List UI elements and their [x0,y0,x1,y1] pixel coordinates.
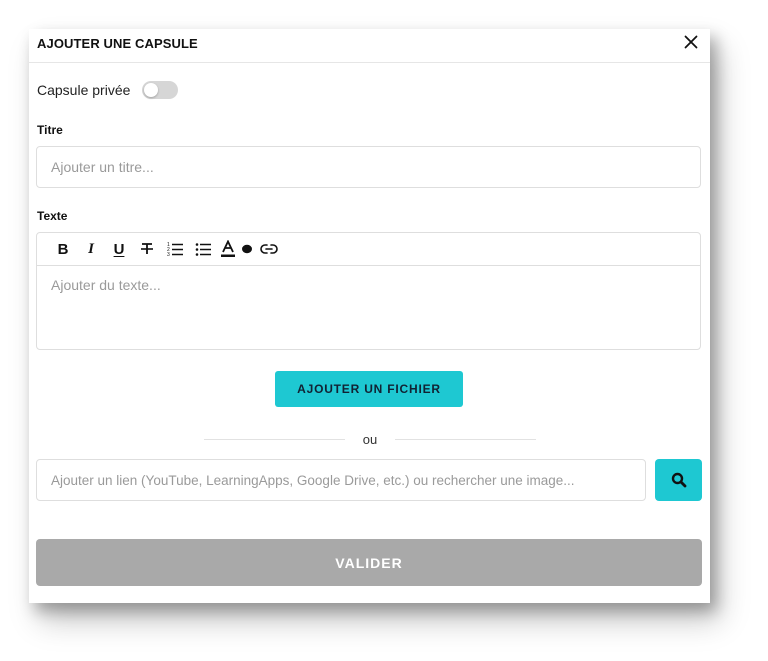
highlight-dot-icon [242,244,252,254]
underline-button[interactable]: U [105,237,133,261]
title-input[interactable] [36,146,701,188]
close-icon[interactable] [684,35,698,49]
editor-toolbar: B I U 1 2 3 [37,233,700,266]
strikethrough-button[interactable] [133,237,161,261]
text-editor: B I U 1 2 3 Ajouter du texte... [36,232,701,350]
svg-text:3: 3 [167,252,170,257]
toggle-knob [144,83,159,97]
strikethrough-icon [141,243,153,254]
bold-button[interactable]: B [49,237,77,261]
private-capsule-label: Capsule privée [37,82,131,98]
text-color-icon [221,240,235,257]
highlight-color-button[interactable] [239,237,255,261]
bullet-list-icon [195,243,211,256]
link-icon [260,244,278,254]
validate-button[interactable]: VALIDER [36,539,702,586]
or-text: ou [362,431,378,447]
modal-header: AJOUTER UNE CAPSULE [29,29,710,63]
separator-line-right [395,438,536,440]
add-file-button[interactable]: AJOUTER UN FICHIER [275,371,463,407]
close-button[interactable] [680,31,702,53]
private-capsule-toggle[interactable] [142,81,179,99]
bullet-list-button[interactable] [189,237,217,261]
search-icon [671,472,686,488]
ordered-list-icon: 1 2 3 [167,242,183,257]
link-search-input[interactable] [36,459,646,501]
search-button[interactable] [655,459,702,501]
add-capsule-modal: AJOUTER UNE CAPSULE Capsule privée Titre… [29,29,710,603]
italic-button[interactable]: I [77,237,105,261]
text-editor-area[interactable]: Ajouter du texte... [37,266,700,350]
title-label: Titre [37,123,63,137]
modal-title: AJOUTER UNE CAPSULE [37,36,198,51]
underline-icon: U [113,240,125,258]
ordered-list-button[interactable]: 1 2 3 [161,237,189,261]
separator-line-left [204,438,345,440]
text-label: Texte [37,209,68,223]
bold-icon: B [57,240,69,258]
text-color-button[interactable] [217,237,239,261]
link-button[interactable] [255,237,283,261]
or-separator: ou [204,429,536,449]
italic-icon: I [88,240,94,257]
private-capsule-row: Capsule privée [37,81,179,99]
